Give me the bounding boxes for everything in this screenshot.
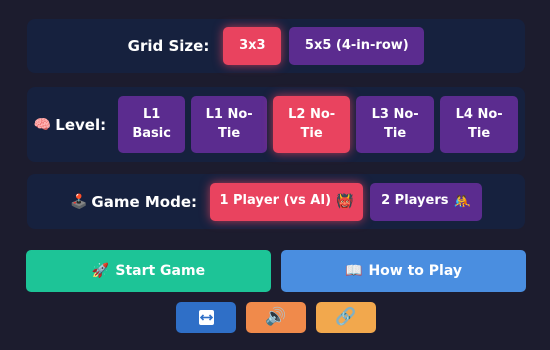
level-option-line1: L1	[142, 106, 161, 122]
grid-size-label: Grid Size:	[127, 37, 210, 55]
level-option-l4-no-tie[interactable]: L4 No- Tie	[440, 96, 519, 153]
grid-option-5x5-label: 5x5 (4-in-row)	[304, 37, 409, 53]
mode-option-2-players[interactable]: 2 Players 🤼	[370, 182, 483, 221]
people-icon: 🤼	[453, 193, 471, 210]
level-option-l3-no-tie[interactable]: L3 No- Tie	[356, 96, 435, 153]
level-option-line2: Tie	[218, 125, 241, 141]
how-to-play-button[interactable]: 📖 How to Play	[281, 250, 526, 292]
level-option-l1-no-tie[interactable]: L1 No- Tie	[191, 96, 268, 153]
brain-icon: 🧠	[33, 116, 52, 133]
grid-option-3x3[interactable]: 3x3	[223, 27, 282, 65]
speaker-icon: 🔊	[265, 307, 287, 327]
sound-button[interactable]: 🔊	[246, 302, 306, 333]
grid-size-panel: Grid Size: 3x3 5x5 (4-in-row)	[27, 19, 525, 73]
mode-option-1-player-label: 1 Player (vs AI)	[219, 193, 332, 209]
game-mode-panel: 🕹️ Game Mode: 1 Player (vs AI) 👹 2 Playe…	[27, 174, 525, 229]
level-option-line1: L1 No-	[205, 106, 253, 122]
level-label-group: 🧠 Level:	[34, 116, 106, 134]
start-game-button[interactable]: 🚀 Start Game	[26, 250, 271, 292]
mode-option-2-players-label: 2 Players	[381, 193, 449, 209]
level-option-line2: Tie	[384, 125, 407, 141]
book-icon: 📖	[345, 263, 363, 279]
level-panel: 🧠 Level: L1 Basic L1 No- Tie L2 No- Tie …	[27, 87, 525, 162]
level-option-line2: Tie	[468, 125, 491, 141]
level-option-l2-no-tie[interactable]: L2 No- Tie	[273, 96, 351, 153]
game-mode-label: Game Mode:	[91, 192, 198, 211]
game-mode-label-group: 🕹️ Game Mode:	[70, 193, 197, 211]
joystick-icon: 🕹️	[69, 193, 88, 210]
grid-option-5x5[interactable]: 5x5 (4-in-row)	[289, 27, 425, 65]
level-label: Level:	[55, 115, 107, 134]
ogre-icon: 👹	[336, 193, 354, 210]
swap-arrows-icon	[198, 310, 214, 325]
link-icon: 🔗	[335, 307, 357, 327]
level-option-line2: Tie	[300, 125, 323, 141]
level-option-line1: L3 No-	[371, 106, 419, 122]
rocket-icon: 🚀	[91, 263, 110, 279]
swap-button[interactable]	[176, 302, 236, 333]
level-option-line1: L2 No-	[288, 106, 336, 122]
level-option-line1: L4 No-	[455, 106, 503, 122]
level-option-l1-basic[interactable]: L1 Basic	[118, 96, 186, 153]
how-to-play-label: How to Play	[368, 263, 462, 279]
link-button[interactable]: 🔗	[316, 302, 376, 333]
grid-option-3x3-label: 3x3	[239, 37, 266, 53]
mode-option-1-player[interactable]: 1 Player (vs AI) 👹	[210, 182, 364, 221]
start-game-label: Start Game	[115, 263, 206, 279]
level-option-line2: Basic	[132, 125, 171, 141]
